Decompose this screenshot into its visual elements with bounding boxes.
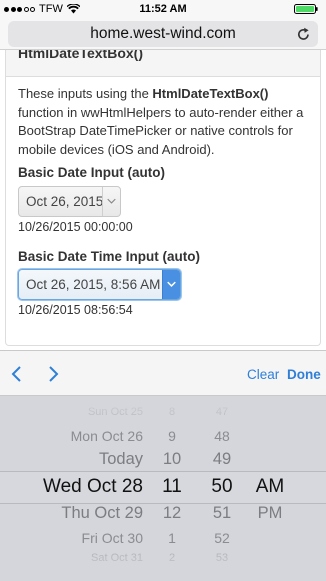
picker-day-option[interactable]: Sat Oct 31 <box>91 552 143 564</box>
status-time: 11:52 AM <box>139 3 187 15</box>
previous-field-icon[interactable] <box>10 364 24 384</box>
picker-hour-option[interactable]: 1 <box>142 530 202 546</box>
picker-hour-option[interactable]: 8 <box>142 406 202 418</box>
picker-day-option[interactable]: Thu Oct 29 <box>61 504 143 523</box>
intro-text-end: function in wwHtmlHelpers to auto-render… <box>18 104 304 157</box>
datetime-input-helper: 10/26/2015 08:56:54 <box>18 303 133 317</box>
intro-text: These inputs using the HtmlDateTextBox()… <box>18 85 316 159</box>
picker-hour-option[interactable]: 2 <box>142 552 202 564</box>
reload-icon[interactable] <box>297 27 310 41</box>
next-field-icon[interactable] <box>46 364 60 384</box>
browser-address-area: home.west-wind.com <box>0 18 326 50</box>
picker-hour-option[interactable]: 10 <box>142 450 202 469</box>
datetime-input-label: Basic Date Time Input (auto) <box>18 249 201 264</box>
content-panel: HtmlDateTextBox() These inputs using the… <box>5 50 321 346</box>
picker-hour-option[interactable]: 12 <box>142 504 202 523</box>
datetime-input[interactable]: Oct 26, 2015, 8:56 AM <box>18 269 181 300</box>
picker-hour-option[interactable]: 11 <box>142 476 202 498</box>
date-input-helper: 10/26/2015 00:00:00 <box>18 220 133 234</box>
panel-heading: HtmlDateTextBox() <box>6 50 320 77</box>
address-bar[interactable]: home.west-wind.com <box>8 21 318 47</box>
picker-day-option[interactable]: Wed Oct 28 <box>43 476 143 498</box>
web-content: HtmlDateTextBox() These inputs using the… <box>0 50 326 350</box>
datetime-picker-wheel[interactable]: PM AM 53 52 51 50 49 48 47 2 1 12 11 10 9 8 Sat Oct 31 Fr… <box>0 396 326 581</box>
picker-day-option[interactable]: Today <box>99 450 143 469</box>
clear-button[interactable]: Clear <box>247 367 279 382</box>
address-text[interactable]: home.west-wind.com <box>8 25 318 43</box>
picker-day-option[interactable]: Mon Oct 26 <box>71 428 143 444</box>
date-input-value: Oct 26, 2015 <box>26 194 104 209</box>
chevron-down-icon <box>162 270 180 299</box>
picker-day-option[interactable]: Fri Oct 30 <box>82 530 143 546</box>
status-bar: TFW 11:52 AM <box>0 0 326 18</box>
intro-text-start: These inputs using the <box>18 86 153 101</box>
date-input-label: Basic Date Input (auto) <box>18 165 166 180</box>
picker-toolbar: Clear Done <box>0 350 326 396</box>
done-button[interactable]: Done <box>287 367 321 382</box>
date-input[interactable]: Oct 26, 2015 <box>18 186 121 217</box>
picker-day-option[interactable]: Sun Oct 25 <box>88 406 143 418</box>
datetime-input-value: Oct 26, 2015, 8:56 AM <box>26 277 161 292</box>
intro-function-name: HtmlDateTextBox() <box>152 86 269 101</box>
picker-hour-option[interactable]: 9 <box>142 428 202 444</box>
panel-title: HtmlDateTextBox() <box>18 50 143 61</box>
chevron-down-icon <box>102 187 116 216</box>
battery-icon <box>294 4 318 14</box>
